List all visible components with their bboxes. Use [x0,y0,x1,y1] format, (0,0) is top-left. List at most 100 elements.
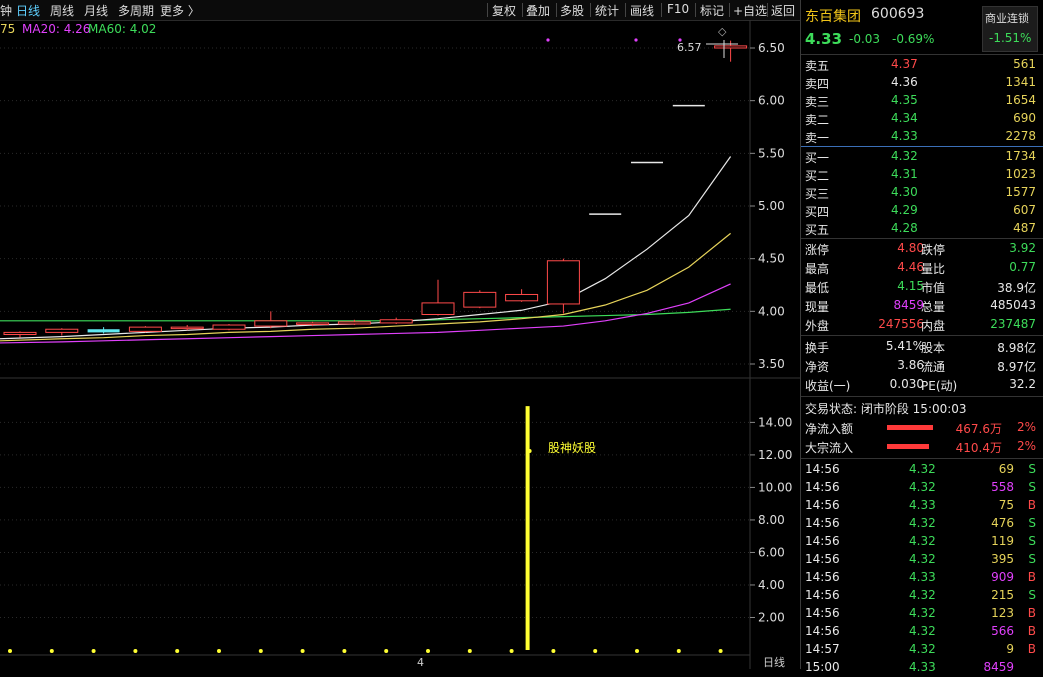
tick-row[interactable]: 14:56 4.32 395 S [801,551,1043,569]
bid-row[interactable]: 买五 4.28 487 [801,220,1043,238]
stat-value: 3.86 [897,358,924,372]
candle[interactable] [546,258,580,314]
candle[interactable] [254,311,288,329]
tick-time: 14:56 [805,624,840,638]
volume-bar [525,406,530,650]
bid-row[interactable]: 买一 4.32 1734 [801,148,1043,166]
bid-row[interactable]: 买三 4.30 1577 [801,184,1043,202]
tick-price: 4.32 [909,552,936,566]
tick-price: 4.33 [909,570,936,584]
stat-label: 股本 [921,341,946,355]
stat-row[interactable]: 换手 5.41% 股本 8.98亿 [801,338,1043,356]
tick-price: 4.33 [909,660,936,674]
indicator-dot [527,449,532,453]
bottom-signal-dot [467,649,472,653]
tick-row[interactable]: 15:00 4.33 8459 [801,659,1043,677]
bid-price: 4.29 [891,203,918,217]
top-signal-dot [634,38,638,42]
candle[interactable] [3,331,37,338]
candle[interactable] [87,327,120,334]
candle[interactable] [128,326,162,333]
ask-volume: 1654 [1005,93,1036,107]
flow-pct: 2% [1016,439,1036,453]
flow-label: 净流入额 [805,422,854,436]
tick-row[interactable]: 14:56 4.32 69 S [801,461,1043,479]
bottom-signal-dot [509,649,514,653]
tick-row[interactable]: 14:56 4.32 215 S [801,587,1043,605]
tick-row[interactable]: 14:56 4.32 558 S [801,479,1043,497]
candle[interactable] [589,213,622,215]
bid-price: 4.31 [891,167,918,181]
price-change-pct: -0.69% [892,32,935,46]
volume-tick-label: 4.00 [758,578,785,592]
tick-row[interactable]: 14:56 4.32 123 B [801,605,1043,623]
bottom-signal-dot [593,649,598,653]
ask-row[interactable]: 卖二 4.34 690 [801,110,1043,128]
tick-row[interactable]: 14:56 4.32 119 S [801,533,1043,551]
settings-diamond-icon[interactable]: ◇ [718,25,727,38]
tick-row[interactable]: 14:56 4.33 909 B [801,569,1043,587]
kline-chart[interactable]: 75 MA20: 4.26 MA60: 4.02 6.50 6.00 5.50 5.0… [0,0,800,669]
candle-body [87,329,120,333]
stat-row[interactable]: 收益(一) 0.030 PE(动) 32.2 [801,376,1043,394]
ask-price: 4.37 [891,57,918,71]
candle-body [631,161,663,164]
ma5-line [0,156,732,340]
candle[interactable] [631,161,663,164]
stat-label: 外盘 [805,319,830,333]
stat-label: 收益(一) [805,379,851,393]
ask-row[interactable]: 卖五 4.37 561 [801,56,1043,74]
tick-volume: 8459 [983,660,1014,674]
fund-flow-row[interactable]: 大宗流入 410.4万 2% [801,438,1043,456]
stat-label: 涨停 [805,243,830,257]
ask-row[interactable]: 卖一 4.33 2278 [801,128,1043,146]
stat-row[interactable]: 最高 4.46 量比 0.77 [801,259,1043,277]
high-price-marker: 6.57 [677,41,702,54]
candle[interactable] [212,323,246,331]
candle[interactable] [421,279,455,316]
bid-volume: 1734 [1005,149,1036,163]
tick-price: 4.32 [909,462,936,476]
top-signal-dot [546,38,550,42]
bottom-signal-dot [676,649,681,653]
stat-value: 8.98亿 [997,341,1036,355]
volume-panel [525,406,532,650]
tick-row[interactable]: 14:56 4.32 566 B [801,623,1043,641]
tick-row[interactable]: 14:57 4.32 9 B [801,641,1043,659]
stat-row[interactable]: 外盘 247556 内盘 237487 [801,316,1043,334]
candle-body [505,293,539,302]
chart-grid [0,20,800,669]
ask-volume: 561 [1013,57,1036,71]
tick-row[interactable]: 14:56 4.33 75 B [801,497,1043,515]
fund-flow-row[interactable]: 净流入额 467.6万 2% [801,419,1043,437]
candle[interactable] [505,289,539,302]
candle-body [296,322,330,325]
ask-row[interactable]: 卖四 4.36 1341 [801,74,1043,92]
bid-row[interactable]: 买二 4.31 1023 [801,166,1043,184]
ask-level-label: 卖一 [805,131,830,145]
tick-row[interactable]: 14:56 4.32 476 S [801,515,1043,533]
bid-level-label: 买三 [805,187,830,201]
ma10-line [0,232,731,342]
trade-status-row[interactable]: 交易状态: 闭市阶段 15:00:03 [801,399,1043,417]
stat-row[interactable]: 最低 4.15 市值 38.9亿 [801,278,1043,296]
sector-badge[interactable]: 商业连锁 -1.51% [982,6,1038,52]
tick-price: 4.32 [909,516,936,530]
tick-side: S [1028,480,1036,494]
price-tick-label: 3.50 [758,357,785,371]
stat-label: PE(动) [921,379,958,393]
stat-row[interactable]: 净资 3.86 流通 8.97亿 [801,357,1043,375]
candle[interactable] [379,317,413,324]
stat-row[interactable]: 涨停 4.80 跌停 3.92 [801,240,1043,258]
bid-row[interactable]: 买四 4.29 607 [801,202,1043,220]
candle-body [463,291,497,308]
candle[interactable] [45,328,79,336]
candle[interactable] [463,290,497,309]
candle[interactable] [672,104,705,107]
tick-side: B [1027,624,1036,638]
candle-body [421,302,455,315]
ask-row[interactable]: 卖三 4.35 1654 [801,92,1043,110]
stat-row[interactable]: 现量 8459 总量 485043 [801,297,1043,315]
stat-value: 8459 [893,298,924,312]
stat-value: 4.80 [897,241,924,255]
